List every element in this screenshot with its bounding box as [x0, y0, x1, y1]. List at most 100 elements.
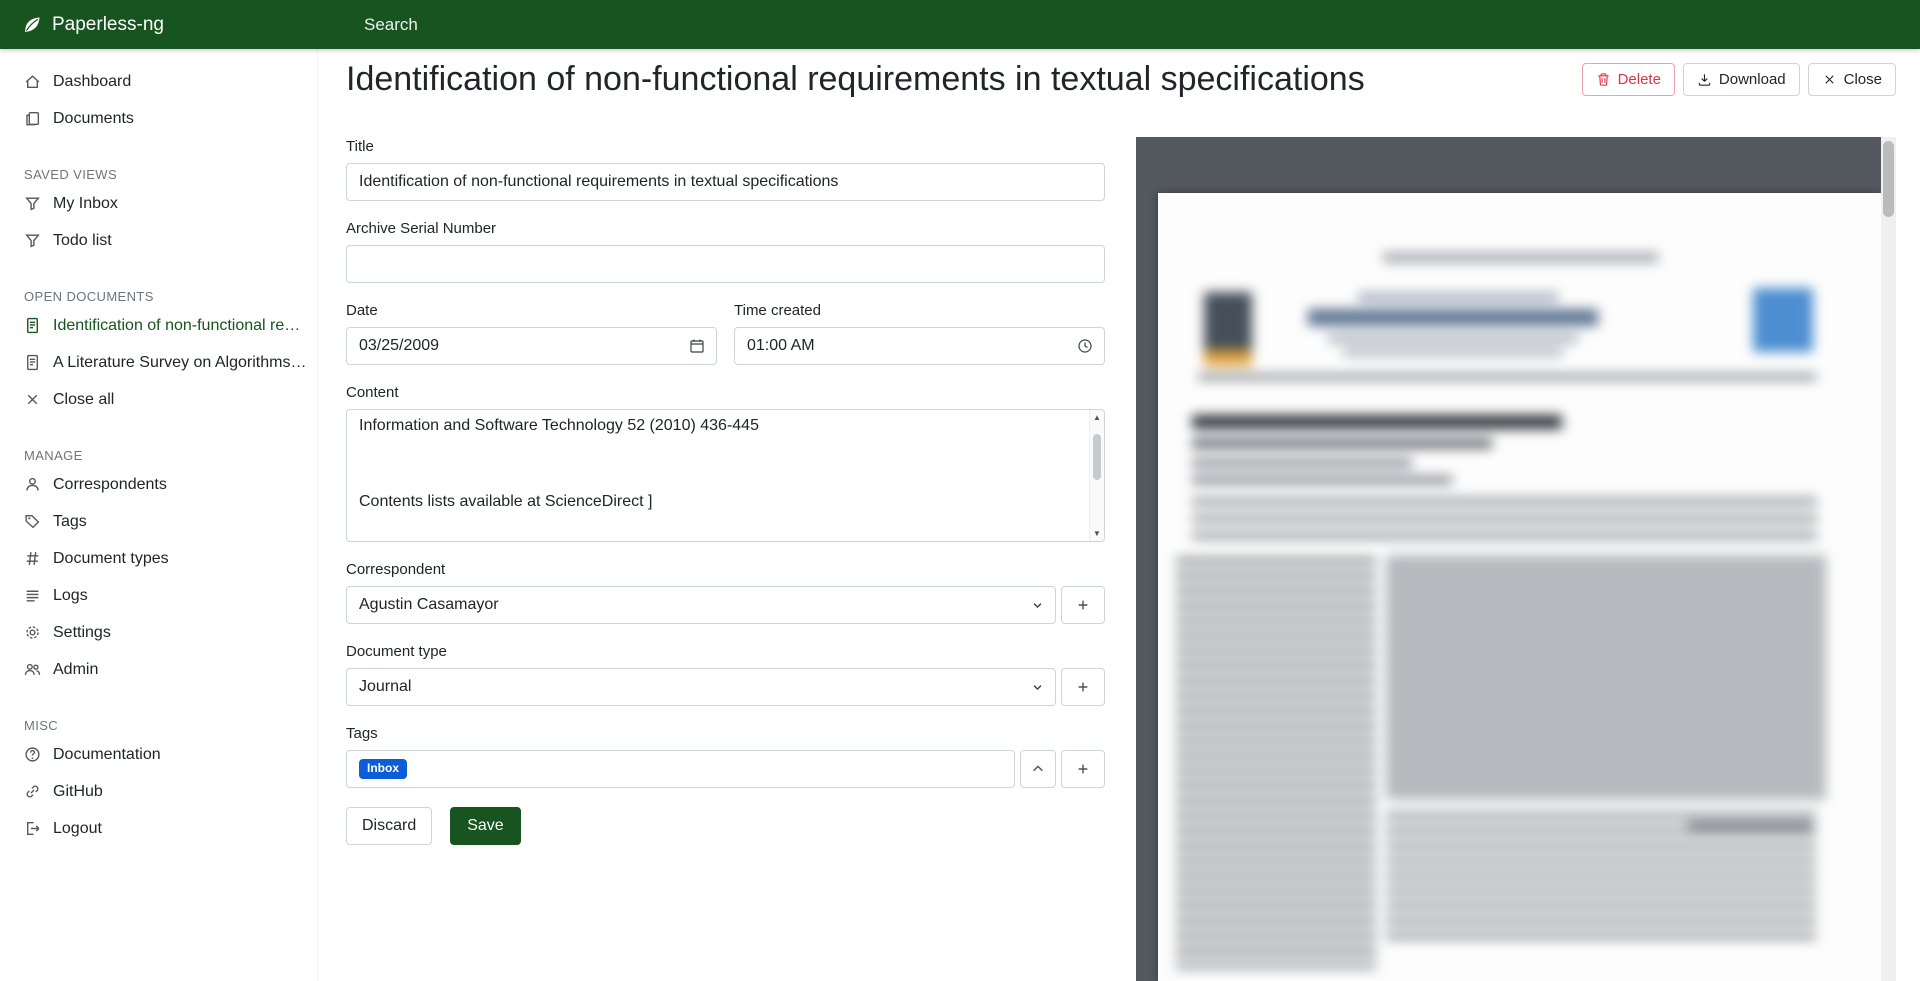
- add-document-type-button[interactable]: [1061, 668, 1105, 706]
- sidebar-item-label: My Inbox: [53, 193, 118, 214]
- correspondent-select[interactable]: Agustin Casamayor: [346, 586, 1056, 624]
- document-header: Identification of non-functional require…: [346, 58, 1896, 101]
- app-brand-label: Paperless-ng: [52, 14, 164, 36]
- tags-input[interactable]: Inbox: [346, 750, 1015, 788]
- funnel-icon: [24, 232, 41, 249]
- plus-icon: [1076, 598, 1090, 612]
- chevron-down-icon: [1032, 600, 1043, 611]
- sidebar-item-logout[interactable]: Logout: [0, 810, 317, 847]
- list-icon: [24, 587, 41, 604]
- save-button[interactable]: Save: [450, 807, 520, 845]
- sidebar-item-label: Close all: [53, 389, 114, 410]
- sidebar-item-correspondents[interactable]: Correspondents: [0, 466, 317, 503]
- scrollbar-down-icon[interactable]: ▼: [1093, 529, 1101, 538]
- leaf-logo-icon: [22, 15, 42, 35]
- correspondent-selected-value: Agustin Casamayor: [359, 596, 499, 614]
- content-label: Content: [346, 384, 1105, 401]
- tags-dropdown-toggle-button[interactable]: [1020, 750, 1056, 788]
- plus-icon: [1076, 762, 1090, 776]
- sidebar-item-document-types[interactable]: Document types: [0, 540, 317, 577]
- tags-label: Tags: [346, 725, 1105, 742]
- blurred-document-content: [1158, 193, 1881, 981]
- sidebar-section-misc: MISC: [0, 712, 317, 736]
- sidebar-item-github[interactable]: GitHub: [0, 773, 317, 810]
- sidebar-item-logs[interactable]: Logs: [0, 577, 317, 614]
- blurred-text-line: [1358, 293, 1558, 301]
- content-scrollbar[interactable]: ▲ ▼: [1089, 410, 1104, 541]
- blurred-accent-block: [1204, 350, 1252, 366]
- people-icon: [24, 661, 41, 678]
- scrollbar-up-icon[interactable]: ▲: [1093, 413, 1101, 422]
- documents-icon: [24, 110, 41, 127]
- blurred-figure-block: [1386, 555, 1826, 800]
- chevron-down-icon: [1032, 682, 1043, 693]
- question-icon: [24, 746, 41, 763]
- logout-icon: [24, 820, 41, 837]
- add-tag-button[interactable]: [1061, 750, 1105, 788]
- sidebar-section-open-documents: OPEN DOCUMENTS: [0, 283, 317, 307]
- sidebar-item-close-all[interactable]: Close all: [0, 381, 317, 418]
- sidebar-item-tags[interactable]: Tags: [0, 503, 317, 540]
- content-textarea[interactable]: Information and Software Technology 52 (…: [346, 409, 1105, 542]
- sidebar-item-label: Documents: [53, 108, 134, 129]
- calendar-icon[interactable]: [689, 338, 705, 354]
- sidebar-item-dashboard[interactable]: Dashboard: [0, 63, 317, 100]
- archive-serial-number-label: Archive Serial Number: [346, 220, 1105, 237]
- download-button-label: Download: [1719, 71, 1786, 88]
- download-icon: [1697, 72, 1712, 87]
- clock-icon[interactable]: [1077, 338, 1093, 354]
- date-input[interactable]: [346, 327, 717, 365]
- sidebar-item-my-inbox[interactable]: My Inbox: [0, 185, 317, 222]
- close-button[interactable]: Close: [1808, 63, 1896, 96]
- title-label: Title: [346, 138, 1105, 155]
- sidebar-item-open-document-2[interactable]: A Literature Survey on Algorithms for Mu…: [0, 344, 317, 381]
- document-type-label: Document type: [346, 643, 1105, 660]
- discard-button[interactable]: Discard: [346, 807, 432, 845]
- sidebar-item-label: Identification of non-functional require…: [53, 315, 307, 336]
- hash-icon: [24, 550, 41, 567]
- sidebar-item-label: Settings: [53, 622, 111, 643]
- sidebar-item-label: Documentation: [53, 744, 161, 765]
- trash-icon: [1596, 72, 1611, 87]
- sidebar-item-label: Admin: [53, 659, 98, 680]
- sidebar-item-label: Tags: [53, 511, 87, 532]
- sidebar: Dashboard Documents SAVED VIEWS My Inbox…: [0, 49, 318, 981]
- sidebar-item-todo-list[interactable]: Todo list: [0, 222, 317, 259]
- sidebar-item-admin[interactable]: Admin: [0, 651, 317, 688]
- sidebar-item-open-document-1[interactable]: Identification of non-functional require…: [0, 307, 317, 344]
- add-correspondent-button[interactable]: [1061, 586, 1105, 624]
- blurred-text-line: [1192, 459, 1412, 467]
- x-icon: [24, 391, 41, 408]
- blurred-text-line: [1688, 823, 1813, 830]
- time-created-input[interactable]: [734, 327, 1105, 365]
- blurred-text-line: [1328, 335, 1578, 342]
- blurred-text-line: [1343, 349, 1563, 356]
- sidebar-item-documentation[interactable]: Documentation: [0, 736, 317, 773]
- search-input[interactable]: [362, 14, 1262, 36]
- sidebar-item-label: Dashboard: [53, 71, 131, 92]
- sidebar-item-settings[interactable]: Settings: [0, 614, 317, 651]
- sidebar-item-label: Correspondents: [53, 474, 167, 495]
- sidebar-item-label: Logs: [53, 585, 88, 606]
- pdf-scrollbar[interactable]: [1881, 137, 1896, 981]
- content-scrollbar-thumb[interactable]: [1093, 434, 1101, 480]
- blurred-article-title: [1192, 415, 1562, 429]
- title-input[interactable]: [346, 163, 1105, 201]
- top-navbar: Paperless-ng: [0, 0, 1920, 49]
- blurred-text-lines: [1386, 813, 1816, 943]
- app-brand[interactable]: Paperless-ng: [0, 14, 318, 36]
- download-button[interactable]: Download: [1683, 63, 1800, 96]
- pdf-scrollbar-thumb[interactable]: [1883, 141, 1894, 217]
- document-type-select[interactable]: Journal: [346, 668, 1056, 706]
- blurred-abstract-lines: [1192, 498, 1817, 540]
- file-text-icon: [24, 354, 41, 371]
- header-actions: Delete Download Close: [1582, 63, 1896, 96]
- blurred-journal-title: [1308, 309, 1598, 326]
- sidebar-item-documents[interactable]: Documents: [0, 100, 317, 137]
- archive-serial-number-input[interactable]: [346, 245, 1105, 283]
- link-icon: [24, 783, 41, 800]
- pdf-preview-pane: [1136, 137, 1896, 981]
- sidebar-item-label: Logout: [53, 818, 102, 839]
- delete-button[interactable]: Delete: [1582, 63, 1675, 96]
- house-icon: [24, 73, 41, 90]
